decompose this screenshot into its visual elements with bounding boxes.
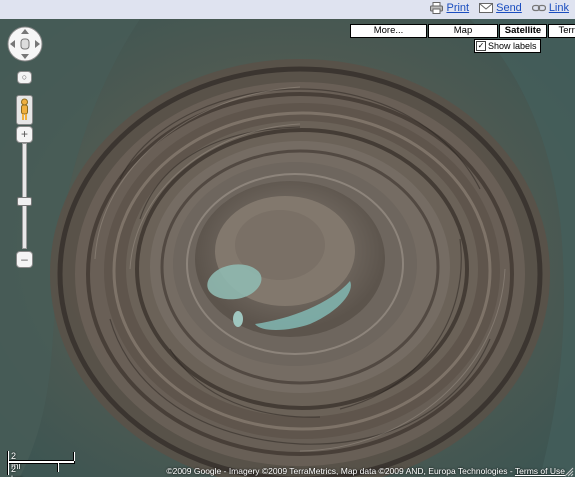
scale-tick-right-bottom: [57, 463, 59, 472]
printer-icon: [430, 2, 444, 14]
satellite-map[interactable]: ○ + – More... Map Satellite Terrain ✓ Sh…: [0, 19, 575, 477]
show-labels-checkbox[interactable]: ✓: [476, 41, 486, 51]
reset-icon: ○: [21, 72, 28, 82]
map-type-control: More... Map Satellite Terrain: [350, 24, 575, 38]
pan-control[interactable]: [6, 25, 44, 63]
pegman-icon: [21, 98, 28, 120]
map-attribution: ©2009 Google - Imagery ©2009 TerraMetric…: [166, 466, 565, 476]
scale-tick-left: [7, 451, 9, 475]
reset-button[interactable]: ○: [17, 71, 32, 84]
zoom-out-button[interactable]: –: [16, 251, 33, 268]
terms-of-use-link[interactable]: Terms of Use: [515, 466, 565, 476]
zoom-in-button[interactable]: +: [16, 126, 33, 143]
print-link[interactable]: Print: [430, 2, 469, 14]
send-label: Send: [496, 2, 522, 14]
show-labels-label: Show labels: [488, 41, 537, 51]
envelope-icon: [479, 3, 494, 13]
hand-pan-icon: [20, 38, 30, 50]
print-label: Print: [446, 2, 470, 14]
terrain-button[interactable]: Terrain: [548, 24, 575, 38]
zoom-slider-thumb[interactable]: [17, 197, 32, 206]
attribution-text: ©2009 Google - Imagery ©2009 TerraMetric…: [166, 466, 515, 476]
show-labels-toggle[interactable]: ✓ Show labels: [474, 39, 541, 53]
satellite-imagery: [0, 19, 575, 477]
link-label: Link: [548, 2, 569, 14]
scale-metric-label: 2 km: [11, 464, 23, 477]
map-button[interactable]: Map: [428, 24, 498, 38]
top-toolbar: Print Send Link: [0, 0, 575, 19]
pegman-button[interactable]: [16, 95, 33, 125]
resize-grip-icon[interactable]: [564, 467, 574, 477]
link-link[interactable]: Link: [531, 2, 569, 14]
toolbar-links: Print Send Link: [430, 2, 569, 14]
send-link[interactable]: Send: [479, 2, 522, 14]
more-button[interactable]: More...: [350, 24, 427, 38]
scale-tick-right-top: [73, 452, 75, 461]
chain-link-icon: [531, 4, 546, 12]
satellite-button[interactable]: Satellite: [499, 24, 547, 38]
zoom-slider-track[interactable]: [22, 143, 27, 249]
